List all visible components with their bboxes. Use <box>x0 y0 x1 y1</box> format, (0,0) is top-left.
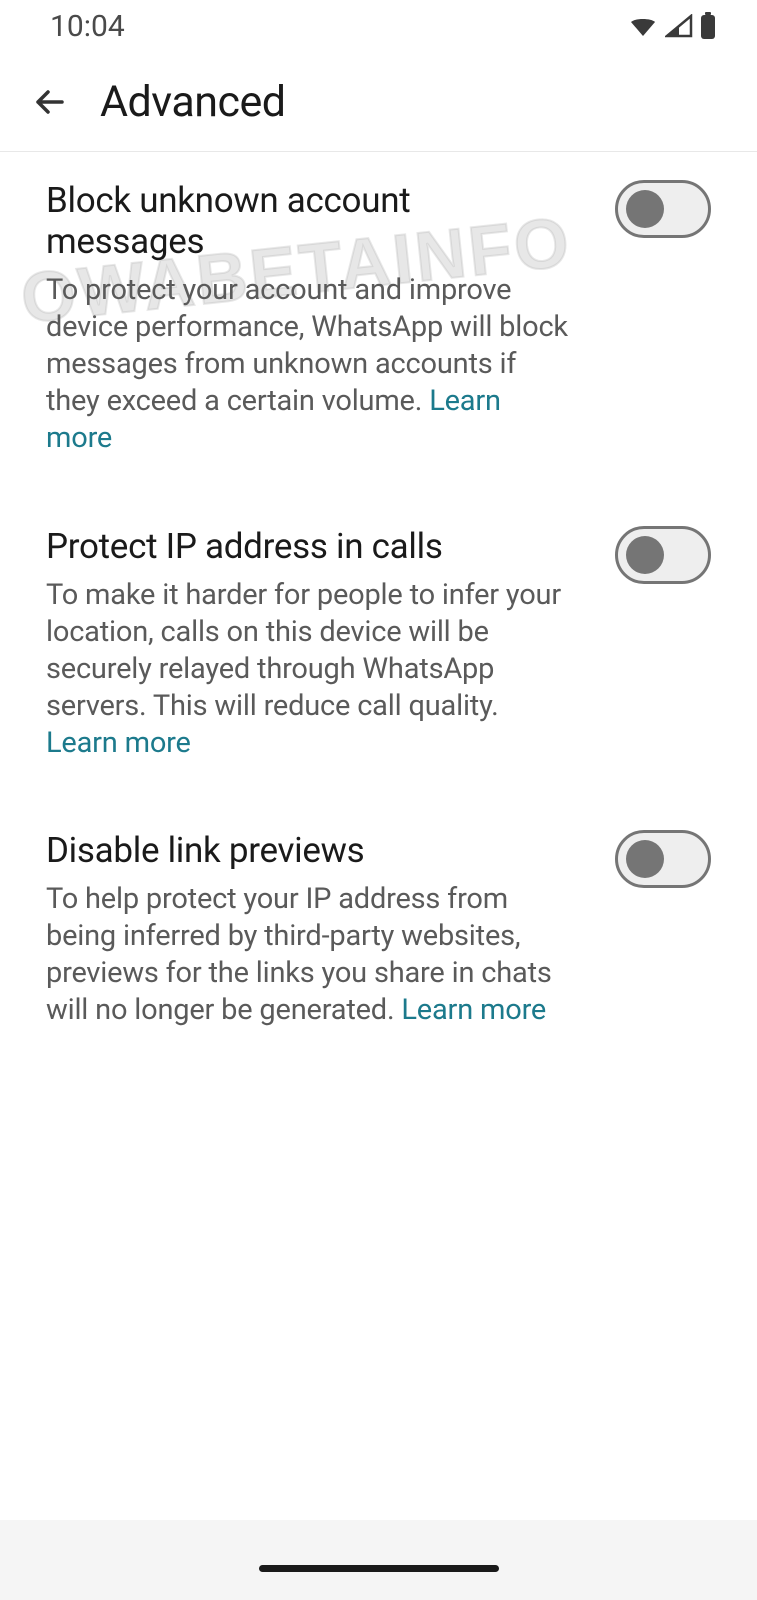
setting-content: Protect IP address in calls To make it h… <box>46 526 571 763</box>
setting-description: To protect your account and improve devi… <box>46 272 571 458</box>
page-title: Advanced <box>100 77 286 127</box>
setting-description: To help protect your IP address from bei… <box>46 881 571 1029</box>
setting-content: Disable link previews To help protect yo… <box>46 830 571 1029</box>
battery-icon <box>699 12 717 40</box>
navigation-bar <box>0 1520 757 1600</box>
home-indicator[interactable] <box>259 1565 499 1572</box>
back-button[interactable] <box>24 76 76 128</box>
setting-title: Block unknown account messages <box>46 180 571 262</box>
settings-list: Block unknown account messages To protec… <box>0 152 757 1070</box>
status-bar: 10:04 <box>0 0 757 52</box>
toggle-knob <box>626 190 664 228</box>
toggle-disable-previews[interactable] <box>615 830 711 888</box>
setting-title: Disable link previews <box>46 830 571 871</box>
setting-block-unknown[interactable]: Block unknown account messages To protec… <box>46 152 711 498</box>
setting-content: Block unknown account messages To protec… <box>46 180 571 458</box>
signal-icon <box>665 14 693 38</box>
toggle-protect-ip[interactable] <box>615 526 711 584</box>
wifi-icon <box>627 14 659 38</box>
toggle-knob <box>626 840 664 878</box>
toggle-block-unknown[interactable] <box>615 180 711 238</box>
setting-description: To make it harder for people to infer yo… <box>46 577 571 763</box>
status-icons <box>627 12 717 40</box>
setting-protect-ip[interactable]: Protect IP address in calls To make it h… <box>46 498 711 803</box>
arrow-left-icon <box>30 82 70 122</box>
setting-title: Protect IP address in calls <box>46 526 571 567</box>
learn-more-link[interactable]: Learn more <box>46 726 191 760</box>
learn-more-link[interactable]: Learn more <box>401 993 546 1027</box>
toggle-knob <box>626 536 664 574</box>
header: Advanced <box>0 52 757 152</box>
status-time: 10:04 <box>50 9 125 44</box>
setting-disable-previews[interactable]: Disable link previews To help protect yo… <box>46 802 711 1069</box>
